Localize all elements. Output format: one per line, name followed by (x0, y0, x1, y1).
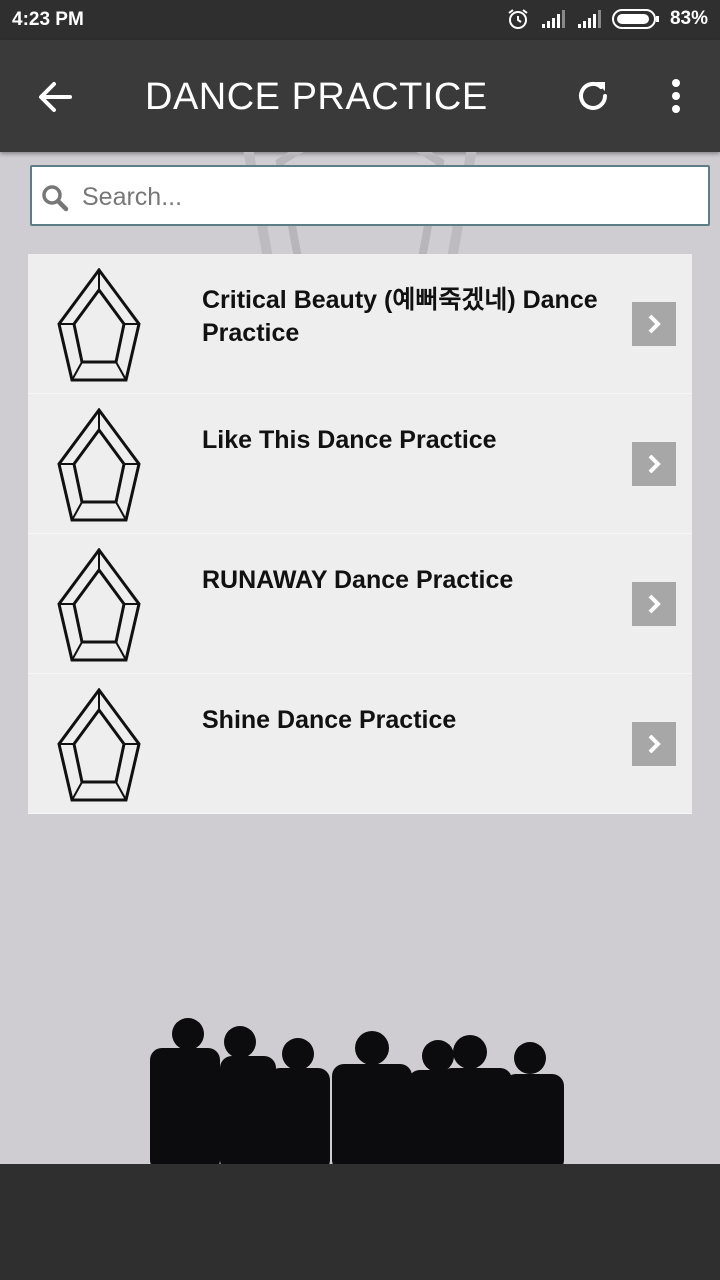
refresh-icon (579, 81, 607, 110)
list-item[interactable]: Critical Beauty (예뻐죽겠네) Dance Practice (28, 254, 692, 394)
arrow-left-icon (39, 82, 72, 112)
open-button[interactable] (632, 722, 676, 766)
bottom-bar (0, 1164, 720, 1280)
item-title: Like This Dance Practice (202, 426, 497, 454)
signal-icon (541, 10, 565, 28)
chevron-right-icon (648, 454, 661, 474)
page-title: DANCE PRACTICE (145, 76, 488, 118)
status-icons: 83% (506, 7, 708, 31)
chevron-right-icon (648, 594, 661, 614)
pentagon-logo-icon (57, 268, 141, 382)
refresh-button[interactable] (572, 75, 614, 117)
list-item[interactable]: Like This Dance Practice (28, 394, 692, 534)
pentagon-logo-icon (57, 688, 141, 802)
open-button[interactable] (632, 302, 676, 346)
status-time: 4:23 PM (12, 9, 84, 30)
list-item[interactable]: Shine Dance Practice (28, 674, 692, 814)
item-title: RUNAWAY Dance Practice (202, 566, 514, 594)
item-title: Shine Dance Practice (202, 706, 457, 734)
search-icon (42, 185, 69, 212)
overflow-menu-button[interactable] (660, 75, 692, 117)
pentagon-logo-icon (57, 408, 141, 522)
battery-percent: 83% (669, 8, 708, 29)
search-input[interactable] (80, 173, 704, 221)
search-box[interactable] (30, 165, 710, 226)
more-vertical-icon (672, 79, 680, 113)
open-button[interactable] (632, 442, 676, 486)
back-button[interactable] (34, 76, 76, 118)
video-list: Critical Beauty (예뻐죽겠네) Dance Practice L… (28, 254, 692, 814)
pentagon-logo-icon (57, 548, 141, 662)
signal-icon (577, 10, 601, 28)
chevron-right-icon (648, 734, 661, 754)
open-button[interactable] (632, 582, 676, 626)
alarm-icon (508, 9, 528, 29)
app-bar: DANCE PRACTICE (0, 40, 720, 152)
status-bar: 4:23 PM 83% (0, 0, 720, 40)
item-title: Critical Beauty (예뻐죽겠네) Dance Practice (202, 286, 598, 347)
silhouette-image (150, 1018, 564, 1164)
chevron-right-icon (648, 314, 661, 334)
battery-icon (611, 9, 659, 29)
list-item[interactable]: RUNAWAY Dance Practice (28, 534, 692, 674)
